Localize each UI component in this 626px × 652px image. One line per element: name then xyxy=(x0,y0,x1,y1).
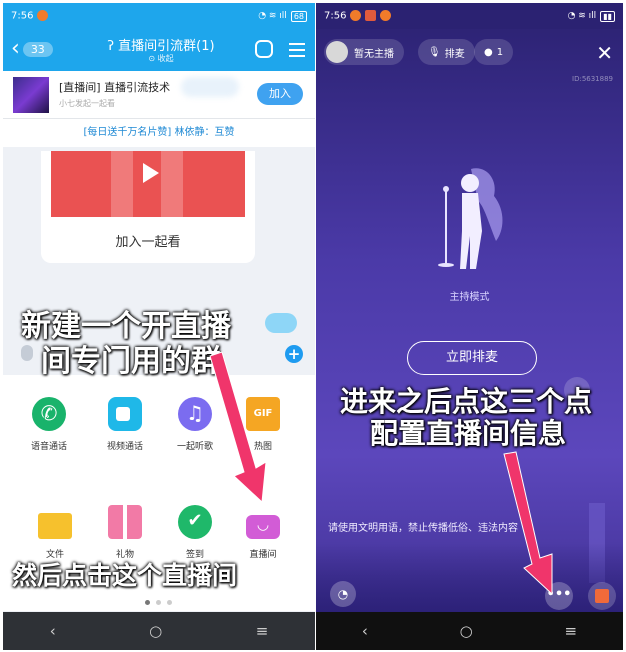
room-avatar xyxy=(13,77,49,113)
chat-header: ‹ 33 ʔ 直播间引流群(1) ⊙ 收起 xyxy=(3,29,315,71)
grid-item-voice-call[interactable]: 语音通话 xyxy=(17,397,81,452)
video-call-icon xyxy=(108,397,142,431)
audience-count: 1 xyxy=(496,46,504,58)
queue-pill-label: 排麦 xyxy=(444,48,465,60)
close-icon[interactable]: ✕ xyxy=(596,41,613,65)
avatar xyxy=(326,41,348,63)
annotation-line: 配置直播间信息 xyxy=(370,417,567,451)
watch-together-label: 加入一起看 xyxy=(115,235,181,250)
checkin-icon xyxy=(178,505,212,539)
status-bar: 7:56 ◔ ≋ ıll 68 xyxy=(3,3,315,29)
video-thumbnail xyxy=(51,151,245,217)
nav-menu-icon[interactable]: ≡ xyxy=(565,622,578,640)
nav-back-icon[interactable]: ‹ xyxy=(362,622,368,640)
chat-icon[interactable]: ◔ xyxy=(330,581,356,607)
wifi-icon: ◔ ≋ ıll xyxy=(258,11,287,21)
host-pill[interactable]: 暂无主播 xyxy=(324,39,404,65)
microphone-icon: 🎙︎ xyxy=(428,46,441,58)
battery-icon: ▮▮ xyxy=(600,10,615,22)
grid-item-video-call[interactable]: 视频通话 xyxy=(93,397,157,452)
grid-item-gift[interactable]: 礼物 xyxy=(93,505,157,560)
group-app-icon[interactable] xyxy=(255,40,273,58)
right-phone-screen: 7:56 ◔ ≋ ıll ▮▮ 暂无主播 🎙︎ 排麦 ● 1 ✕ ID:5631889… xyxy=(316,3,623,650)
wifi-icon: ◔ ≋ ıll xyxy=(567,11,597,21)
host-label: 暂无主播 xyxy=(354,48,394,60)
folder-icon xyxy=(38,513,72,539)
collapse-link[interactable]: ⊙ 收起 xyxy=(81,53,241,64)
nav-home-icon[interactable]: ○ xyxy=(460,622,473,640)
group-title[interactable]: ʔ 直播间引流群(1) xyxy=(81,35,241,54)
room-id: ID:5631889 xyxy=(572,75,613,83)
background-decor xyxy=(316,543,623,613)
notification-icon xyxy=(380,10,392,22)
room-name: [直播间] 直播引流技术 xyxy=(59,81,171,94)
arrow-to-more-button-icon xyxy=(503,451,553,596)
unread-count: 33 xyxy=(22,41,53,57)
notification-icon xyxy=(350,10,362,22)
watch-together-card[interactable]: 加入一起看 xyxy=(41,151,255,263)
system-nav-bar: ‹ ○ ≡ xyxy=(3,612,315,650)
mic-queue-pill[interactable]: 🎙︎ 排麦 xyxy=(418,39,475,65)
grid-label: 签到 xyxy=(185,550,204,560)
grid-label: 礼物 xyxy=(115,550,134,560)
status-time: 7:56 xyxy=(324,10,347,22)
nav-menu-icon[interactable]: ≡ xyxy=(256,622,269,640)
gift-icon[interactable] xyxy=(588,582,616,610)
blurred-area xyxy=(181,77,239,97)
room-top-bar: 暂无主播 🎙︎ 排麦 ● 1 ✕ ID:5631889 xyxy=(316,33,623,83)
chevron-left-icon: ‹ xyxy=(11,36,20,61)
grid-label: 文件 xyxy=(45,550,64,560)
app-icon xyxy=(365,10,377,22)
phone-icon xyxy=(32,397,66,431)
play-icon xyxy=(143,163,159,183)
annotation-line: 新建一个开直播 xyxy=(21,309,231,344)
grid-label: 语音通话 xyxy=(30,442,67,452)
ear-icon: ʔ xyxy=(107,39,119,54)
gift-icon xyxy=(108,505,142,539)
status-bar: 7:56 ◔ ≋ ıll ▮▮ xyxy=(316,3,623,29)
join-button[interactable]: 加入 xyxy=(257,83,303,105)
grid-label: 视频通话 xyxy=(106,442,143,452)
nav-home-icon[interactable]: ○ xyxy=(149,622,162,640)
host-silhouette-icon xyxy=(438,168,503,269)
mode-label: 主持模式 xyxy=(449,292,490,303)
nav-back-icon[interactable]: ‹ xyxy=(50,622,56,640)
announcement-banner[interactable]: [每日送千万名片赞] 林依静：互赞 xyxy=(3,119,315,147)
battery-icon: 68 xyxy=(290,10,307,22)
annotation-three-dots: 进来之后点这三个点 配置直播间信息 xyxy=(340,385,593,451)
grid-item-checkin[interactable]: 签到 xyxy=(163,505,227,560)
live-room-icon xyxy=(246,515,280,539)
collapse-label: 收起 xyxy=(157,54,174,63)
notification-icon xyxy=(37,10,49,22)
group-title-text: 直播间引流群(1) xyxy=(118,39,215,54)
menu-icon[interactable] xyxy=(289,43,305,61)
user-icon: ● xyxy=(484,46,493,58)
grid-label: 直播间 xyxy=(249,550,277,560)
room-subtitle: 小七发起一起看 xyxy=(59,99,115,108)
grid-item-live-room[interactable]: 直播间 xyxy=(231,505,295,560)
join-queue-button[interactable]: 立即排麦 xyxy=(407,341,537,375)
annotation-click-live-room: 然后点击这个直播间 xyxy=(12,561,238,590)
annotation-line: 进来之后点这三个点 xyxy=(340,385,593,418)
system-nav-bar: ‹ ○ ≡ xyxy=(316,612,623,650)
grid-item-file[interactable]: 文件 xyxy=(23,505,87,560)
live-room-card[interactable]: [直播间] 直播引流技术 小七发起一起看 加入 xyxy=(3,71,315,119)
page-indicator xyxy=(145,600,185,605)
back-button[interactable]: ‹ 33 xyxy=(11,38,53,60)
audience-pill[interactable]: ● 1 xyxy=(474,39,514,65)
arrow-to-live-room-icon xyxy=(209,351,267,504)
status-time: 7:56 xyxy=(11,10,34,22)
